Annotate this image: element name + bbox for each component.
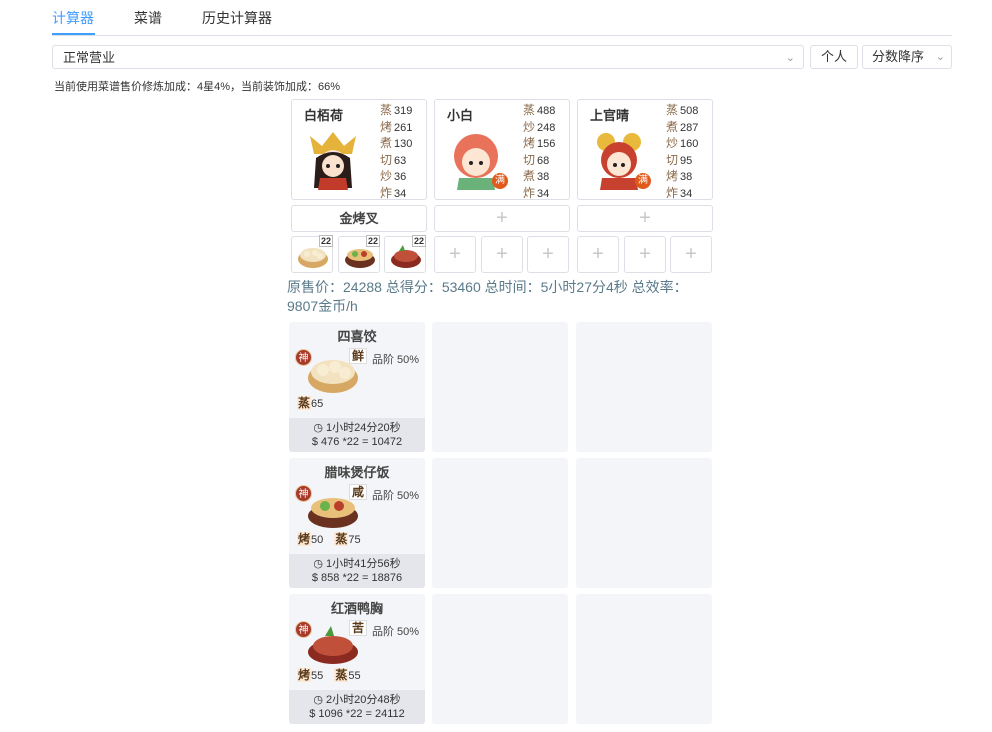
- recipe-name: 四喜饺: [337, 329, 377, 344]
- recipe-name: 腊味煲仔饭: [324, 465, 390, 480]
- empty-recipe-slot[interactable]: [432, 594, 568, 724]
- add-dish-button[interactable]: +: [577, 236, 619, 273]
- recipe-card-2[interactable]: 腊味煲仔饭 神 咸 品阶 50% 烤50 蒸75 ◷ 1小时41分56秒 $ 8…: [289, 458, 425, 588]
- chevron-down-icon: ⌄: [785, 52, 795, 64]
- recipe-footer: ◷ 1小时24分20秒 $ 476 *22 = 10472: [289, 418, 425, 452]
- clock-icon: ◷: [313, 422, 323, 434]
- dish-slot-1[interactable]: 22: [291, 235, 333, 273]
- chef-card-1[interactable]: 白栢荷 蒸 319 烤 261 煮 130 切 63 炒 36 炸 34: [291, 99, 427, 200]
- recipe-footer: ◷ 1小时41分56秒 $ 858 *22 = 18876: [289, 554, 425, 588]
- god-rank-badge: 神: [295, 349, 312, 366]
- add-equipment-button[interactable]: +: [434, 205, 570, 232]
- max-level-badge: 满: [635, 173, 651, 189]
- dish-slot-3[interactable]: 22: [384, 235, 426, 273]
- recipe-time: 2小时20分48秒: [326, 694, 401, 706]
- personal-button[interactable]: 个人: [810, 45, 858, 69]
- recipe-skill-requirements: 蒸65: [297, 396, 324, 410]
- chevron-down-icon: ⌄: [935, 51, 945, 63]
- chef-skills: 蒸 319 烤 261 煮 130 切 63 炒 36 炸 34: [380, 103, 413, 200]
- dish-quantity: 22: [411, 235, 426, 247]
- chef-name: 白栢荷: [304, 108, 344, 123]
- bonus-info-text: 当前使用菜谱售价修炼加成：4星4%，当前装饰加成：66%: [54, 81, 341, 93]
- recipe-skill-requirements: 烤55 蒸55: [297, 668, 361, 682]
- add-equipment-button[interactable]: +: [577, 205, 713, 232]
- chef-card-2[interactable]: 小白 满 蒸 488 炒 248 烤 156 切 68 煮 38 炸 34: [434, 99, 570, 200]
- add-dish-button[interactable]: +: [670, 236, 712, 273]
- quality-rate: 品阶 50%: [372, 626, 420, 638]
- chef-skills: 蒸 508 煮 287 炒 160 切 95 烤 38 炸 34: [666, 103, 699, 200]
- empty-recipe-slot[interactable]: [576, 458, 712, 588]
- business-mode-value: 正常营业: [63, 50, 116, 65]
- active-tab-indicator: [52, 33, 95, 35]
- flavor-tag: 苦: [349, 620, 368, 636]
- quality-rate: 品阶 50%: [372, 354, 420, 366]
- top-tabs: 计算器 菜谱 历史计算器: [52, 0, 952, 36]
- recipe-footer: ◷ 2小时20分48秒 $ 1096 *22 = 24112: [289, 690, 425, 724]
- max-level-badge: 满: [492, 173, 508, 189]
- god-rank-badge: 神: [295, 485, 312, 502]
- chef-name: 上官晴: [590, 108, 630, 123]
- sort-order-value: 分数降序: [872, 49, 925, 64]
- tab-calculator[interactable]: 计算器: [52, 8, 94, 28]
- god-rank-badge: 神: [295, 621, 312, 638]
- dish-quantity: 22: [318, 235, 333, 247]
- sort-order-select[interactable]: 分数降序 ⌄: [862, 45, 952, 69]
- business-mode-select[interactable]: 正常营业 ⌄: [52, 45, 804, 69]
- chef-name: 小白: [447, 108, 474, 123]
- recipe-time: 1小时24分20秒: [326, 422, 401, 434]
- empty-recipe-slot[interactable]: [576, 594, 712, 724]
- add-dish-button[interactable]: +: [527, 236, 569, 273]
- recipe-name: 红酒鸭胸: [330, 601, 383, 616]
- recipe-price: $ 858 *22 = 18876: [311, 572, 403, 584]
- dish-slot-2[interactable]: 22: [338, 235, 380, 273]
- flavor-tag: 咸: [349, 484, 368, 500]
- clock-icon: ◷: [313, 558, 323, 570]
- recipe-price: $ 1096 *22 = 24112: [309, 708, 405, 720]
- add-dish-button[interactable]: +: [624, 236, 666, 273]
- chef-skills: 蒸 488 炒 248 烤 156 切 68 煮 38 炸 34: [523, 103, 556, 200]
- recipe-card-3[interactable]: 红酒鸭胸 神 苦 品阶 50% 烤55 蒸55 ◷ 2小时20分48秒 $ 10…: [289, 594, 425, 724]
- total-summary: 原售价：24288 总得分：53460 总时间：5小时27分4秒 总效率：980…: [287, 279, 688, 314]
- add-dish-button[interactable]: +: [481, 236, 523, 273]
- quality-rate: 品阶 50%: [372, 490, 420, 502]
- clock-icon: ◷: [313, 694, 323, 706]
- empty-recipe-slot[interactable]: [576, 322, 712, 452]
- recipe-skill-requirements: 烤50 蒸75: [297, 532, 361, 546]
- chef-portrait-icon: [302, 128, 364, 190]
- tab-history-calculator[interactable]: 历史计算器: [202, 8, 272, 28]
- recipe-card-1[interactable]: 四喜饺 神 鲜 品阶 50% 蒸65 ◷ 1小时24分20秒 $ 476 *22…: [289, 322, 425, 452]
- tab-recipes[interactable]: 菜谱: [134, 8, 162, 28]
- empty-recipe-slot[interactable]: [432, 322, 568, 452]
- recipe-price: $ 476 *22 = 10472: [311, 436, 403, 448]
- empty-recipe-slot[interactable]: [432, 458, 568, 588]
- recipe-time: 1小时41分56秒: [326, 558, 401, 570]
- chef-card-3[interactable]: 上官晴 满 蒸 508 煮 287 炒 160 切 95 烤 38 炸 34: [577, 99, 713, 200]
- add-dish-button[interactable]: +: [434, 236, 476, 273]
- equipment-slot-1[interactable]: 金烤叉: [291, 205, 427, 232]
- dish-quantity: 22: [365, 235, 380, 247]
- flavor-tag: 鲜: [349, 348, 368, 364]
